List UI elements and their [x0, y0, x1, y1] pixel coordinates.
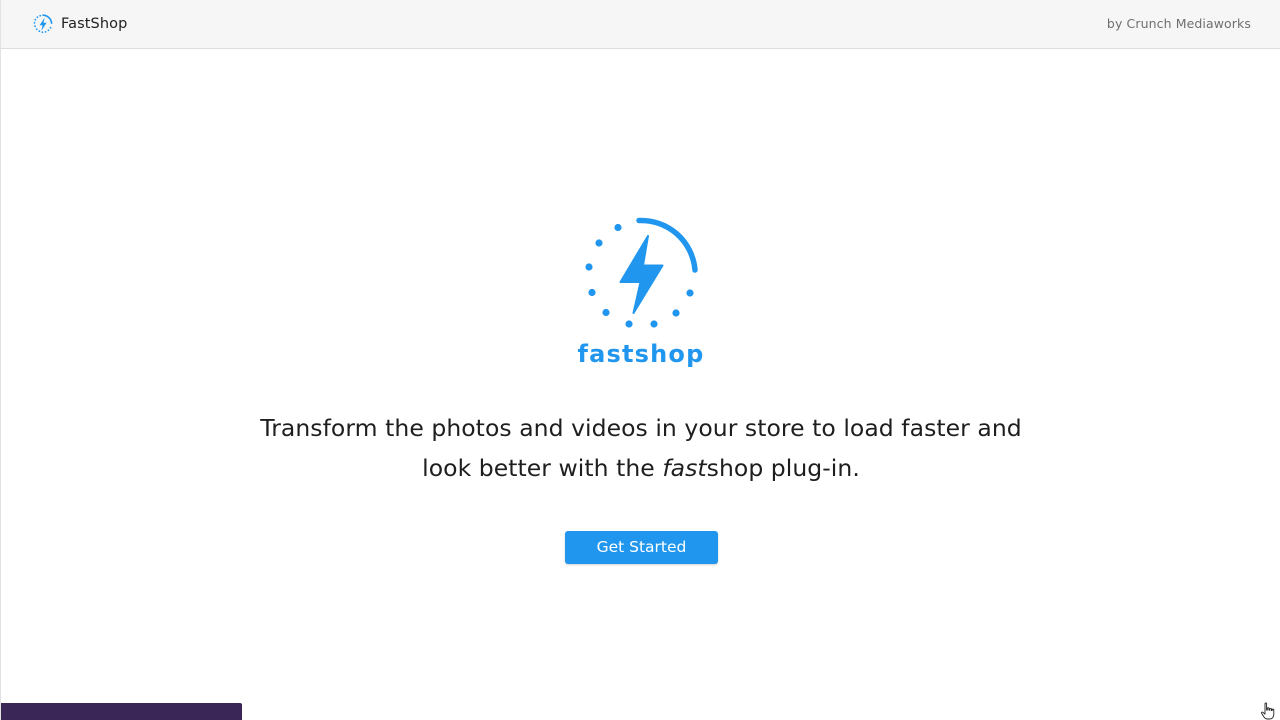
fastshop-wordmark: fastshop: [577, 340, 705, 368]
lightning-bolt-loader-icon: [585, 217, 698, 328]
app-name: FastShop: [61, 16, 128, 32]
page: FastShop by Crunch Mediaworks fastshop T…: [0, 0, 1280, 720]
hero-headline: Transform the photos and videos in your …: [241, 408, 1041, 488]
bottom-status-bar: [1, 703, 242, 720]
company-byline: by Crunch Mediaworks: [1106, 16, 1251, 31]
headline-text-start: Transform the photos and videos in your …: [260, 414, 1022, 482]
lightning-bolt-icon: [33, 14, 53, 34]
headline-text-end: shop plug-in.: [706, 454, 860, 482]
hand-pointer-cursor-icon: [1261, 702, 1275, 720]
headline-emphasis: fast: [662, 454, 707, 482]
top-navigation-bar: FastShop by Crunch Mediaworks: [1, 0, 1280, 49]
get-started-button[interactable]: Get Started: [565, 531, 718, 564]
brand-home-link[interactable]: FastShop: [32, 13, 127, 35]
hero-logo: [576, 212, 706, 336]
